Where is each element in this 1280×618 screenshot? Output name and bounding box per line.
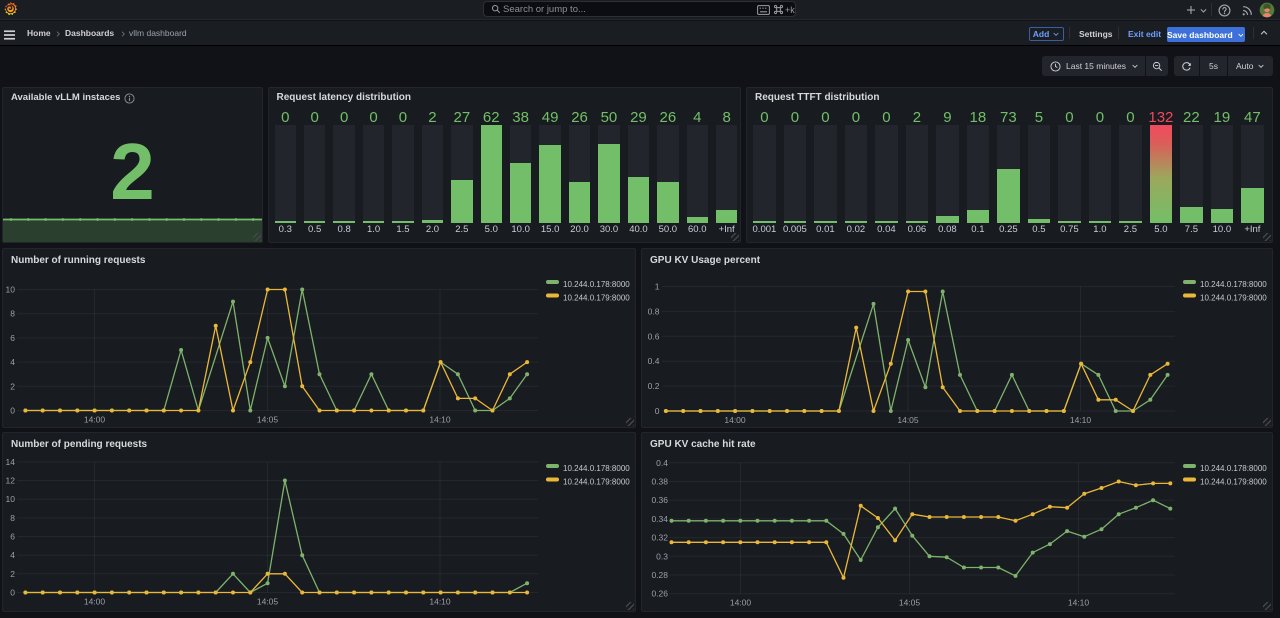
svg-text:GPU KV Usage percent: GPU KV Usage percent — [650, 255, 761, 266]
svg-text:0.36: 0.36 — [651, 495, 668, 505]
svg-text:0.28: 0.28 — [651, 570, 668, 580]
svg-text:8: 8 — [10, 513, 15, 523]
svg-text:0.4: 0.4 — [647, 356, 659, 366]
svg-text:10.244.0.179:8000: 10.244.0.179:8000 — [563, 293, 630, 302]
svg-text:14:00: 14:00 — [84, 414, 106, 424]
svg-text:14:05: 14:05 — [897, 415, 919, 425]
svg-text:10: 10 — [6, 284, 16, 294]
svg-text:0: 0 — [10, 405, 15, 415]
svg-text:4: 4 — [10, 357, 15, 367]
svg-text:0.8: 0.8 — [647, 306, 659, 316]
svg-text:10: 10 — [6, 494, 16, 504]
svg-text:0.4: 0.4 — [656, 458, 668, 468]
svg-text:2: 2 — [10, 569, 15, 579]
svg-text:0.38: 0.38 — [651, 477, 668, 487]
svg-text:GPU KV cache hit rate: GPU KV cache hit rate — [650, 439, 756, 450]
svg-text:4: 4 — [10, 550, 15, 560]
svg-text:14:10: 14:10 — [1069, 415, 1091, 425]
svg-text:10.244.0.178:8000: 10.244.0.178:8000 — [563, 464, 630, 473]
svg-text:10.244.0.178:8000: 10.244.0.178:8000 — [563, 280, 630, 289]
svg-text:14:00: 14:00 — [729, 598, 751, 608]
svg-text:10.244.0.179:8000: 10.244.0.179:8000 — [1200, 293, 1267, 302]
svg-text:14:10: 14:10 — [1067, 598, 1089, 608]
svg-text:10.244.0.179:8000: 10.244.0.179:8000 — [563, 478, 630, 487]
svg-text:14:05: 14:05 — [257, 597, 279, 607]
svg-text:6: 6 — [10, 332, 15, 342]
svg-text:1: 1 — [654, 281, 659, 291]
svg-text:0.6: 0.6 — [647, 331, 659, 341]
svg-text:8: 8 — [10, 308, 15, 318]
svg-text:14:05: 14:05 — [898, 598, 920, 608]
svg-text:2: 2 — [10, 381, 15, 391]
svg-text:10.244.0.178:8000: 10.244.0.178:8000 — [1200, 280, 1267, 289]
svg-text:Number of pending requests: Number of pending requests — [11, 439, 148, 450]
svg-text:0.3: 0.3 — [656, 551, 668, 561]
svg-text:0.2: 0.2 — [647, 381, 659, 391]
svg-text:14:00: 14:00 — [84, 597, 106, 607]
svg-text:0.32: 0.32 — [651, 533, 668, 543]
svg-text:12: 12 — [6, 476, 16, 486]
svg-text:6: 6 — [10, 532, 15, 542]
svg-text:10.244.0.179:8000: 10.244.0.179:8000 — [1200, 478, 1267, 487]
svg-text:14:10: 14:10 — [429, 414, 451, 424]
svg-text:14:05: 14:05 — [257, 414, 279, 424]
svg-text:0: 0 — [654, 406, 659, 416]
svg-text:10.244.0.178:8000: 10.244.0.178:8000 — [1200, 464, 1267, 473]
svg-text:14:10: 14:10 — [429, 597, 451, 607]
svg-text:0.26: 0.26 — [651, 589, 668, 599]
svg-text:14: 14 — [6, 457, 16, 467]
svg-text:0.34: 0.34 — [651, 514, 668, 524]
svg-text:14:00: 14:00 — [724, 415, 746, 425]
svg-text:0: 0 — [10, 588, 15, 598]
svg-text:Number of running requests: Number of running requests — [11, 255, 146, 266]
